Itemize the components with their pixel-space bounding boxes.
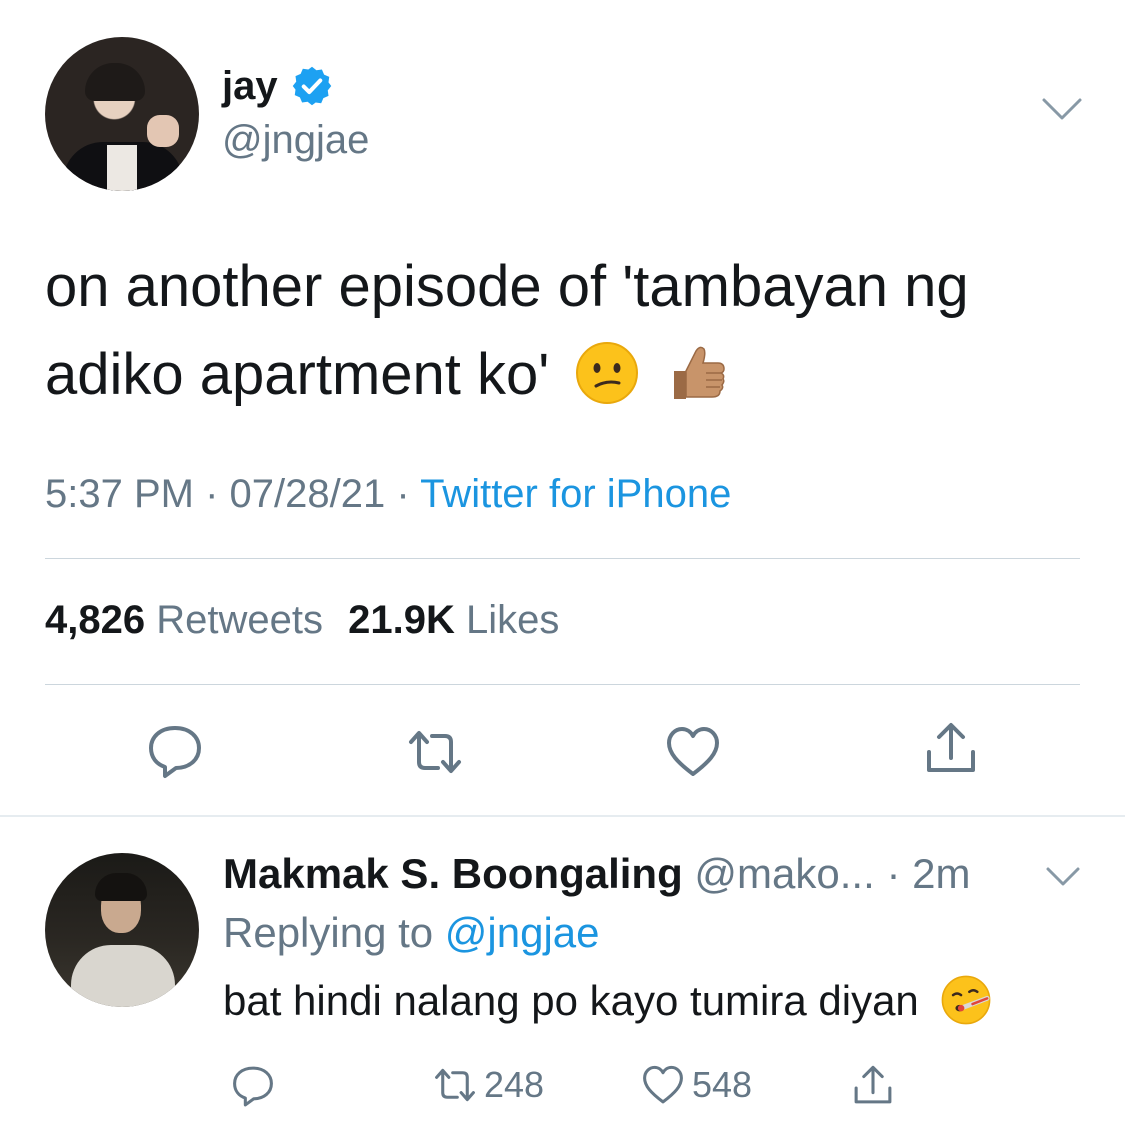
- tweet-source-link[interactable]: Twitter for iPhone: [420, 472, 731, 516]
- reply-tweet[interactable]: Makmak S. Boongaling @mako... · 2m Reply…: [0, 817, 1125, 1135]
- reply-icon[interactable]: [145, 720, 205, 780]
- thumbs-up-icon: [673, 346, 725, 399]
- chevron-down-icon[interactable]: [1045, 864, 1081, 888]
- divider: [45, 684, 1080, 685]
- likes-count[interactable]: 21.9K: [348, 598, 455, 642]
- reply-handle[interactable]: @mako...: [694, 850, 874, 897]
- reply-like-action[interactable]: 548: [640, 1061, 752, 1109]
- tweet-text-line-2: adiko apartment ko': [45, 331, 1085, 419]
- reply-display-name[interactable]: Makmak S. Boongaling: [223, 850, 683, 897]
- like-icon[interactable]: [663, 722, 723, 782]
- like-icon[interactable]: [640, 1062, 686, 1108]
- reply-time[interactable]: · 2m: [886, 850, 970, 897]
- tweet-text-line-2-text: adiko apartment ko': [45, 342, 550, 407]
- meta-separator: ·: [396, 472, 421, 516]
- retweet-icon[interactable]: [432, 1062, 478, 1108]
- replying-to-prefix: Replying to: [223, 909, 434, 956]
- tweet-text-line-1: on another episode of 'tambayan ng: [45, 254, 969, 319]
- author-avatar[interactable]: [45, 37, 199, 191]
- author-handle[interactable]: @jngjae: [222, 118, 369, 163]
- reply-share-action[interactable]: [850, 1061, 896, 1109]
- divider: [45, 558, 1080, 559]
- verified-badge-icon: [292, 66, 331, 106]
- reply-reply-action[interactable]: [230, 1061, 276, 1109]
- retweet-icon[interactable]: [405, 722, 465, 782]
- replying-to-link[interactable]: @jngjae: [445, 909, 600, 956]
- tweet-meta: 5:37 PM · 07/28/21 · Twitter for iPhone: [45, 472, 731, 517]
- reply-retweet-action[interactable]: 248: [432, 1061, 544, 1109]
- tweet-stats: 4,826 Retweets 21.9K Likes: [45, 598, 573, 643]
- retweets-count[interactable]: 4,826: [45, 598, 145, 642]
- reply-author-avatar[interactable]: [45, 853, 199, 1007]
- tweet-text: on another episode of 'tambayan ng adiko…: [45, 243, 1085, 419]
- reply-like-count: 548: [692, 1064, 753, 1105]
- reply-text: bat hindi nalang po kayo tumira diyan: [223, 975, 992, 1030]
- reply-retweet-count: 248: [484, 1064, 545, 1105]
- main-tweet: jay @jngjae on another episode of 'tamba…: [0, 0, 1125, 816]
- author-display-name[interactable]: jay: [222, 64, 278, 109]
- tweet-date[interactable]: 07/28/21: [230, 472, 386, 516]
- share-icon[interactable]: [850, 1062, 896, 1108]
- replying-to: Replying to @jngjae: [223, 909, 600, 957]
- confused-face-icon: [576, 341, 639, 404]
- tweet-time[interactable]: 5:37 PM: [45, 472, 194, 516]
- reply-text-body: bat hindi nalang po kayo tumira diyan: [223, 977, 919, 1024]
- chevron-down-icon[interactable]: [1040, 94, 1084, 124]
- share-icon[interactable]: [921, 718, 981, 778]
- author-name-row[interactable]: jay: [222, 62, 334, 110]
- retweets-label[interactable]: Retweets: [156, 598, 323, 642]
- face-with-thermometer-icon: [942, 975, 991, 1025]
- reply-icon[interactable]: [230, 1062, 276, 1108]
- reply-header: Makmak S. Boongaling @mako... · 2m: [223, 850, 970, 898]
- meta-separator: ·: [205, 472, 230, 516]
- likes-label[interactable]: Likes: [466, 598, 559, 642]
